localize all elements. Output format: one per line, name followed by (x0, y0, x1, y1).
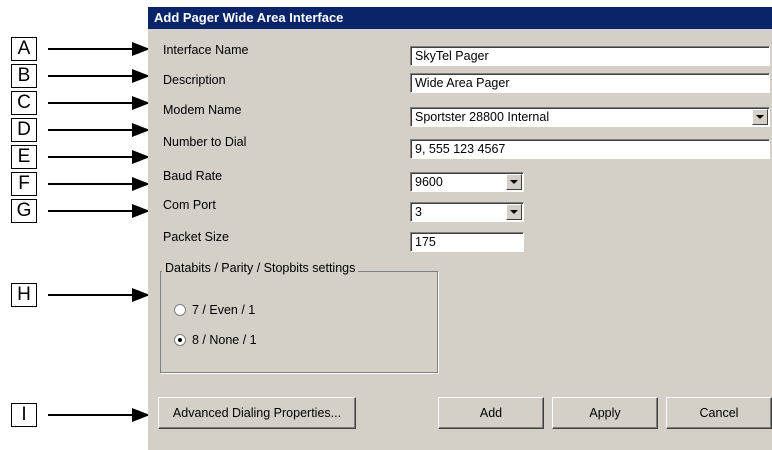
radio-button-selected[interactable] (174, 334, 186, 346)
add-pager-dialog: Add Pager Wide Area Interface Interface … (148, 7, 772, 450)
callout-d: D (11, 118, 37, 142)
callout-i: I (11, 403, 37, 427)
modem-name-label: Modem Name (163, 103, 242, 117)
packet-size-label: Packet Size (163, 230, 230, 244)
add-button[interactable]: Add (438, 397, 544, 429)
advanced-dialing-properties-button[interactable]: Advanced Dialing Properties... (158, 397, 356, 429)
baud-rate-select[interactable]: 9600 (410, 172, 524, 192)
description-label: Description (163, 73, 226, 87)
callout-e: E (11, 145, 37, 169)
baud-rate-value: 9600 (415, 175, 443, 189)
chevron-down-icon[interactable] (506, 204, 522, 220)
chevron-down-icon[interactable] (506, 174, 522, 190)
databits-groupbox (160, 271, 438, 373)
interface-name-input[interactable]: SkyTel Pager (410, 46, 770, 66)
modem-name-select[interactable]: Sportster 28800 Internal (410, 107, 770, 127)
apply-button[interactable]: Apply (552, 397, 658, 429)
right-arrow-icon (48, 177, 150, 191)
com-port-value: 3 (415, 205, 422, 219)
number-to-dial-label: Number to Dial (163, 135, 247, 149)
right-arrow-icon (48, 204, 150, 218)
radio-label: 7 / Even / 1 (192, 303, 256, 317)
com-port-label: Com Port (163, 198, 216, 212)
right-arrow-icon (48, 42, 150, 56)
com-port-select[interactable]: 3 (410, 202, 524, 222)
right-arrow-icon (48, 96, 150, 110)
radio-7-even-1[interactable]: 7 / Even / 1 (174, 303, 255, 317)
chevron-down-icon[interactable] (752, 109, 768, 125)
callout-c: C (11, 91, 37, 115)
radio-button[interactable] (174, 304, 186, 316)
right-arrow-icon (48, 408, 150, 422)
right-arrow-icon (48, 69, 150, 83)
number-to-dial-input[interactable]: 9, 555 123 4567 (410, 139, 770, 159)
right-arrow-icon (48, 288, 150, 302)
right-arrow-icon (48, 150, 150, 164)
callout-f: F (11, 172, 37, 196)
description-input[interactable]: Wide Area Pager (410, 73, 770, 93)
callout-h: H (11, 283, 37, 307)
callout-a: A (11, 37, 37, 61)
dialog-title: Add Pager Wide Area Interface (148, 7, 772, 29)
cancel-button[interactable]: Cancel (666, 397, 772, 429)
callout-g: G (11, 199, 37, 223)
radio-label: 8 / None / 1 (192, 333, 257, 347)
interface-name-label: Interface Name (163, 43, 249, 57)
radio-8-none-1[interactable]: 8 / None / 1 (174, 333, 257, 347)
databits-group-title: Databits / Parity / Stopbits settings (162, 261, 359, 275)
right-arrow-icon (48, 123, 150, 137)
packet-size-input[interactable]: 175 (410, 232, 524, 252)
baud-rate-label: Baud Rate (163, 169, 223, 183)
callout-b: B (11, 64, 37, 88)
modem-name-value: Sportster 28800 Internal (415, 110, 550, 124)
